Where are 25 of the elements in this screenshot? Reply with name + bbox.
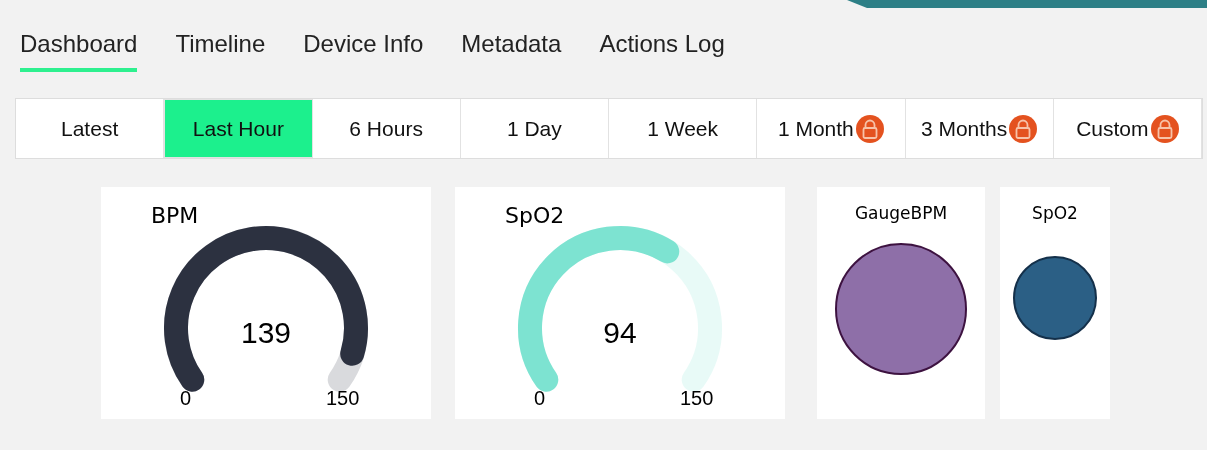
nav-tab[interactable]: Actions Log: [599, 26, 725, 72]
bubble-title: GaugeBPM: [854, 202, 948, 225]
nav-tab[interactable]: Timeline: [175, 26, 266, 72]
gauge-title: BPM: [151, 202, 199, 230]
lock-icon: [855, 114, 884, 143]
range-button[interactable]: Custom: [1053, 99, 1202, 158]
gauge-min: 0: [180, 388, 192, 408]
range-button[interactable]: 1 Week: [609, 99, 758, 158]
gauge-max: 150: [680, 388, 714, 408]
gauge-min: 0: [534, 388, 546, 408]
range-button[interactable]: 3 Months: [905, 99, 1054, 158]
range-button[interactable]: Last Hour: [164, 99, 313, 158]
range-button[interactable]: 1 Day: [460, 99, 609, 158]
gauge-max: 150: [326, 388, 360, 408]
gauge-value: 139: [239, 318, 293, 348]
bubble-title: SpO2: [1032, 202, 1078, 225]
lock-icon: [1009, 114, 1038, 143]
nav-tab[interactable]: Metadata: [461, 26, 562, 72]
range-button[interactable]: 1 Month: [757, 99, 906, 158]
gauge-value: 94: [602, 318, 638, 348]
nav-tab[interactable]: Device Info: [303, 26, 424, 72]
gauge-title: SpO2: [505, 202, 565, 230]
nav-tab[interactable]: Dashboard: [20, 26, 138, 72]
range-button[interactable]: 6 Hours: [312, 99, 461, 158]
lock-icon: [1150, 114, 1179, 143]
